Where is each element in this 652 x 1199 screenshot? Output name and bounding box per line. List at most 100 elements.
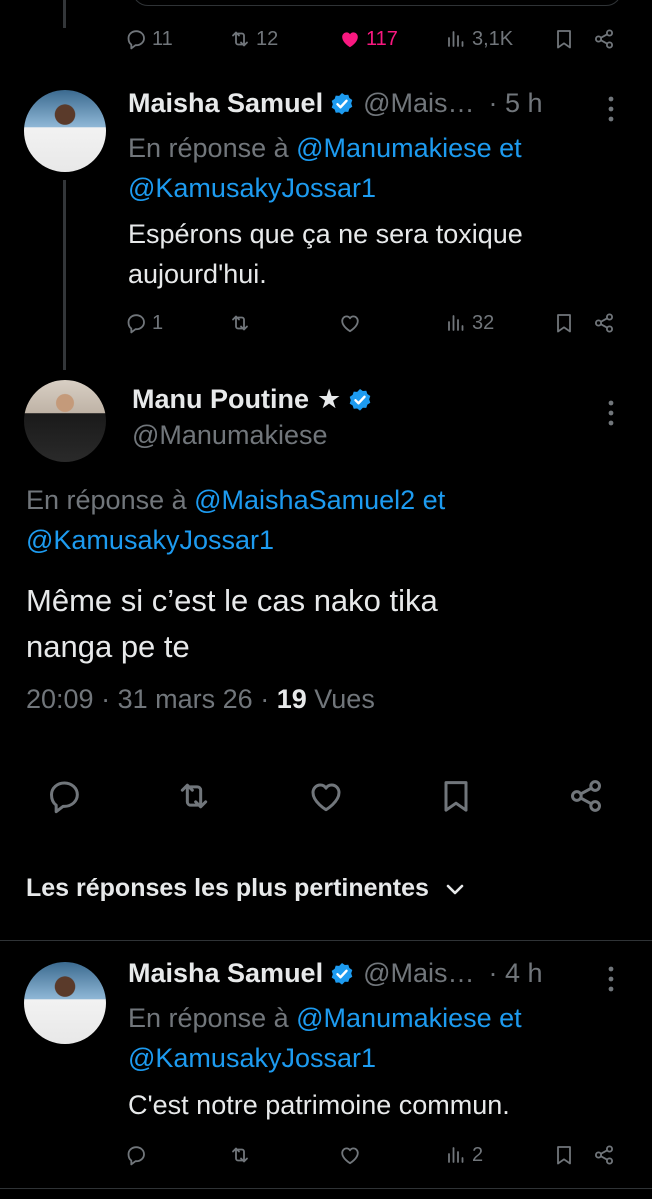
share-button[interactable] [592,1140,616,1170]
repost-icon [228,311,252,335]
like-icon [338,311,362,335]
share-button[interactable] [592,24,616,54]
share-icon [592,27,616,51]
main-action-row [0,772,652,818]
handle[interactable]: @Mais… [363,958,474,989]
reply-prefix: En réponse à [128,133,289,163]
mention-link[interactable]: @Manumakiese [296,133,492,163]
bookmark-icon [552,311,576,335]
mention-link[interactable]: @KamusakyJossar1 [26,525,274,555]
like-button[interactable]: 117 [338,24,398,54]
reply1-header: Maisha Samuel @Mais… · 5 h [128,88,543,119]
reply-context: En réponse à @Manumakiese et @KamusakyJo… [128,998,522,1078]
reply-context: En réponse à @Manumakiese et @KamusakyJo… [128,128,522,208]
star-icon: ★ [317,384,342,414]
views-count: 32 [472,311,495,334]
views-count: 3,1K [472,27,514,50]
verified-badge-icon [329,91,355,117]
reply1-action-row: 1 32 [128,308,622,338]
like-button[interactable] [338,308,362,338]
repost-button[interactable]: 12 [228,24,278,54]
bookmark-icon[interactable] [436,776,476,816]
verified-badge-icon [347,387,373,413]
like-button[interactable] [338,1140,362,1170]
like-icon [338,1143,362,1167]
reply-icon[interactable] [44,776,84,816]
reply-icon [124,1143,148,1167]
like-icon[interactable] [306,776,346,816]
reply-count: 11 [152,27,173,50]
divider [0,1188,652,1189]
reply-button[interactable]: 11 [124,24,173,54]
tweet-text-line: Espérons que ça ne sera toxique [128,219,523,249]
handle[interactable]: @Manumakiese [132,420,328,451]
bookmark-button[interactable] [552,24,576,54]
divider [0,940,652,941]
bookmark-icon [552,27,576,51]
tweet-date[interactable]: 31 mars 26 [118,684,253,714]
repost-count: 12 [256,27,279,50]
tweet-text-line: Même si c’est le cas nako tika [26,583,438,618]
bookmark-button[interactable] [552,308,576,338]
sort-selector[interactable]: Les réponses les plus pertinentes [26,874,467,903]
reply-button[interactable] [124,1140,148,1170]
tweet-text-line: C'est notre patrimoine commun. [128,1090,510,1120]
like-icon [338,27,362,51]
views-button[interactable]: 2 [444,1140,483,1170]
repost-icon [228,1143,252,1167]
views-button[interactable]: 3,1K [444,24,513,54]
thread-line [63,0,66,28]
views-count: 2 [472,1143,484,1166]
timestamp[interactable]: · 5 h [489,88,543,119]
views-icon [444,311,468,335]
top-action-row: 11 12 117 3,1K [128,24,622,54]
tweet-text: Espérons que ça ne sera toxique aujourd'… [128,214,523,294]
share-icon [592,1143,616,1167]
reply2-header: Maisha Samuel @Mais… · 4 h [128,958,543,989]
mention-and: et [499,1003,522,1033]
reply-button[interactable]: 1 [124,308,163,338]
mention-and: et [499,133,522,163]
views-icon [444,27,468,51]
tweet-text-line: aujourd'hui. [128,259,267,289]
mention-link[interactable]: @Manumakiese [296,1003,492,1033]
share-icon[interactable] [566,776,606,816]
more-icon[interactable] [608,966,614,992]
mention-link[interactable]: @MaishaSamuel2 [194,485,415,515]
mention-and: et [422,485,446,515]
display-name[interactable]: Maisha Samuel [128,88,323,119]
reply-icon [124,27,148,51]
bookmark-icon [552,1143,576,1167]
handle[interactable]: @Mais… [363,88,474,119]
share-icon [592,311,616,335]
views-button[interactable]: 32 [444,308,494,338]
tweet-text: Même si c’est le cas nako tika nanga pe … [26,578,438,670]
repost-button[interactable] [228,1140,252,1170]
avatar[interactable] [24,90,106,172]
avatar[interactable] [24,962,106,1044]
repost-icon[interactable] [174,776,214,816]
repost-button[interactable] [228,308,252,338]
avatar[interactable] [24,380,106,462]
reply2-action-row: 2 [128,1140,622,1170]
display-name[interactable]: Manu Poutine [132,384,309,415]
bookmark-button[interactable] [552,1140,576,1170]
timestamp[interactable]: · 4 h [489,958,543,989]
views-label: Vues [314,684,375,714]
verified-badge-icon [329,961,355,987]
tweet-time[interactable]: 20:09 [26,684,94,714]
mention-link[interactable]: @KamusakyJossar1 [128,173,376,203]
more-icon[interactable] [608,400,614,426]
share-button[interactable] [592,308,616,338]
reply-icon [124,311,148,335]
quoted-card-edge [132,0,622,6]
tweet-meta: 20:09 · 31 mars 26 · 19 Vues [26,684,375,714]
more-icon[interactable] [608,96,614,122]
reply-count: 1 [152,311,164,334]
display-name[interactable]: Maisha Samuel [128,958,323,989]
main-header: Manu Poutine ★ [132,384,381,415]
reply-prefix: En réponse à [128,1003,289,1033]
tweet-text-line: nanga pe te [26,629,190,664]
views-count: 19 [276,684,307,714]
mention-link[interactable]: @KamusakyJossar1 [128,1043,376,1073]
